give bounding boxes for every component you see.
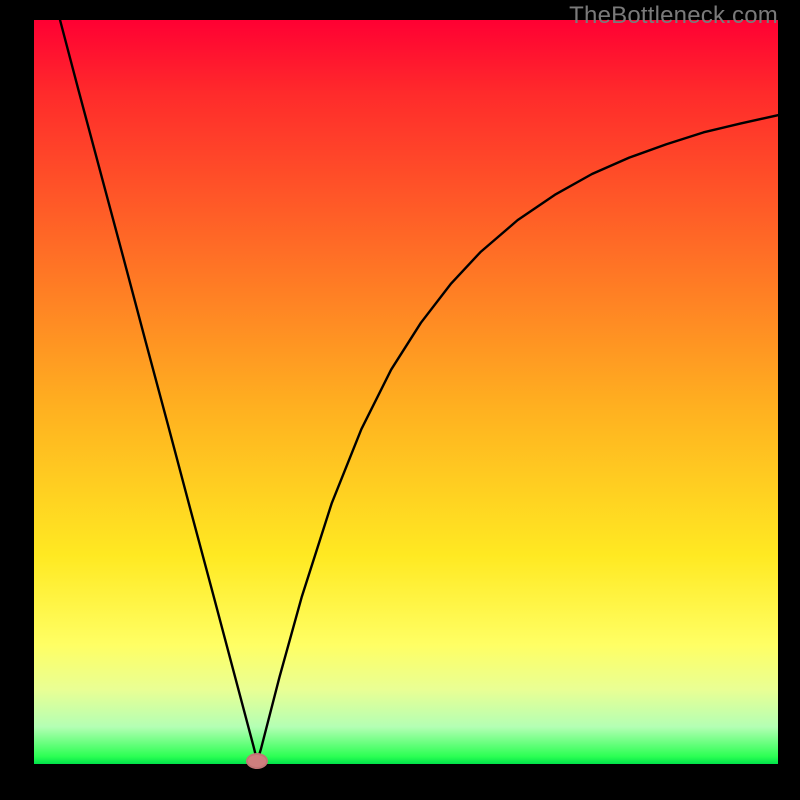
plot-area [34,20,778,764]
watermark-text: TheBottleneck.com [569,2,778,30]
bottleneck-curve [34,20,778,764]
chart-frame: TheBottleneck.com [0,0,800,800]
minimum-marker [246,753,268,769]
